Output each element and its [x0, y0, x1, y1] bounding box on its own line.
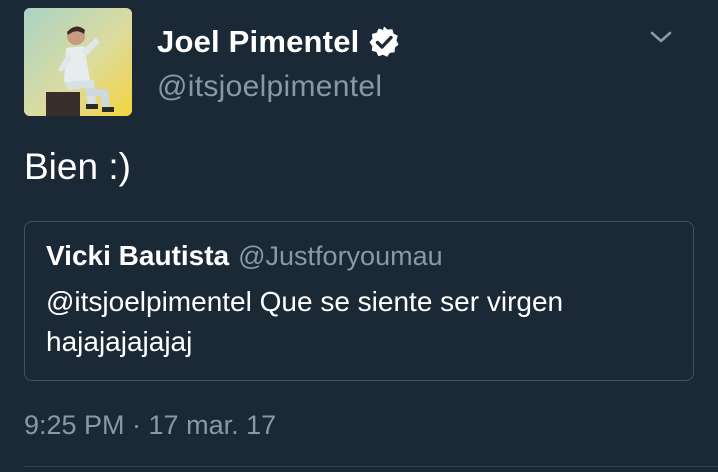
avatar-image [24, 8, 132, 116]
quoted-author-handle: @Justforyoumau [238, 241, 443, 271]
author-name-row: Joel Pimentel [157, 22, 401, 62]
quoted-author-name: Vicki Bautista [46, 240, 230, 271]
quoted-tweet-card[interactable]: Vicki Bautista @Justforyoumau @itsjoelpi… [24, 221, 694, 381]
tweet-timestamp[interactable]: 9:25 PM · 17 mar. 17 [24, 410, 276, 441]
chevron-down-icon[interactable] [646, 26, 676, 48]
author-handle[interactable]: @itsjoelpimentel [157, 70, 382, 104]
author-display-name[interactable]: Joel Pimentel [157, 24, 359, 60]
verified-badge-icon [367, 25, 401, 59]
divider [24, 466, 718, 467]
tweet-text: Bien :) [24, 146, 131, 187]
quoted-tweet-header: Vicki Bautista @Justforyoumau [46, 240, 443, 272]
quoted-tweet-text: @itsjoelpimentel Que se siente ser virge… [46, 286, 564, 357]
avatar[interactable] [24, 8, 132, 116]
